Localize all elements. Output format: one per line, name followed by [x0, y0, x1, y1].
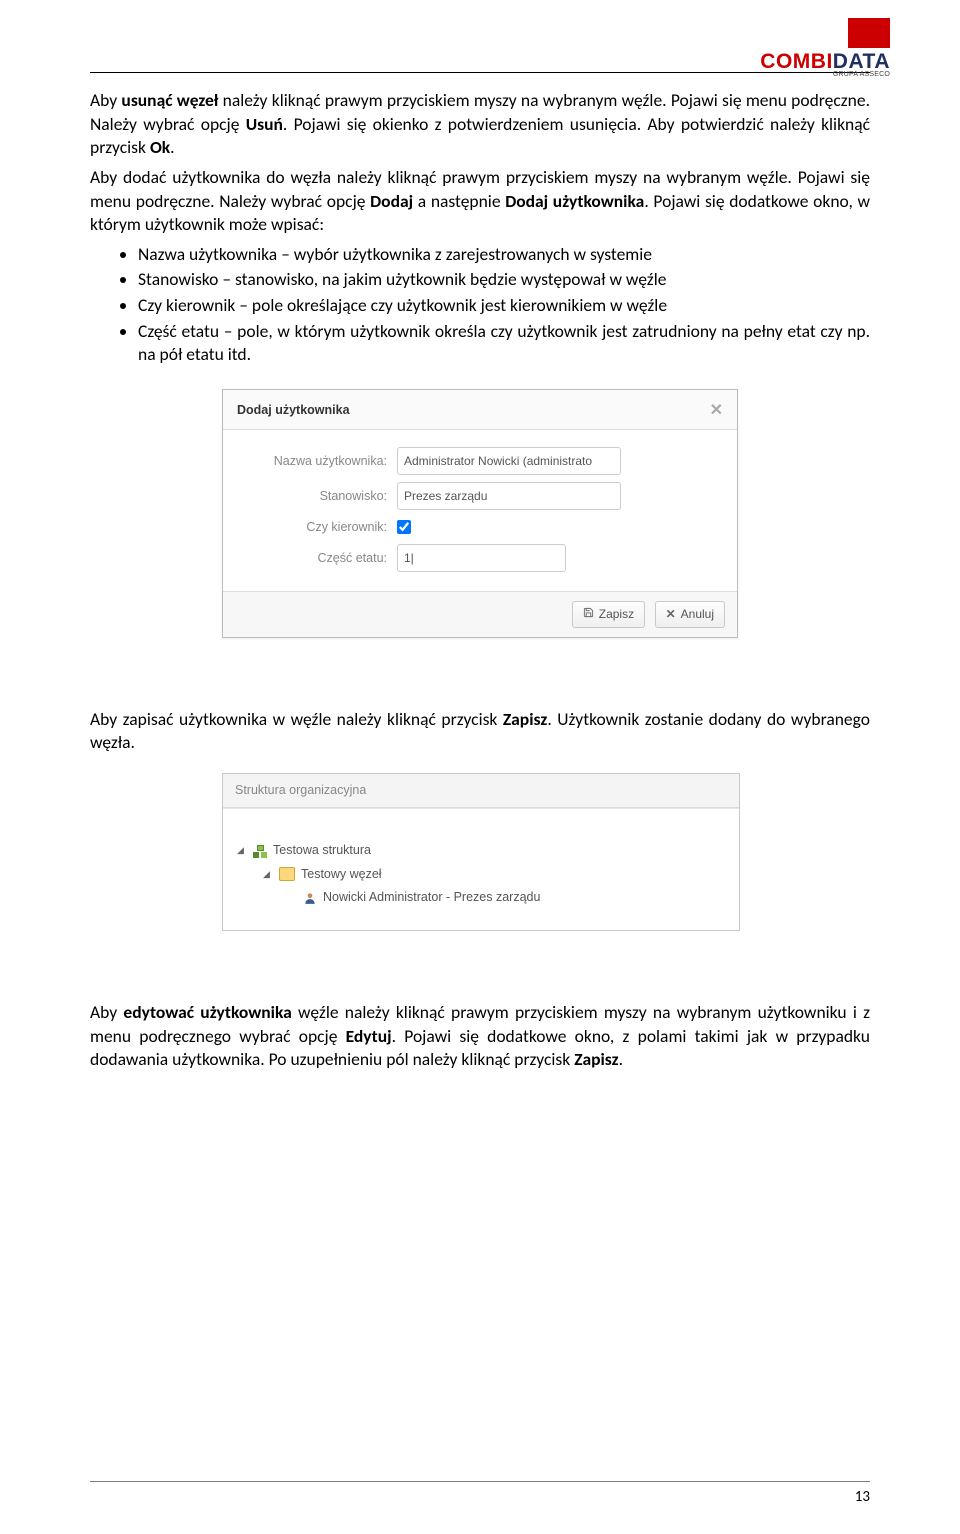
- logo-text-part2: DATA: [833, 50, 890, 73]
- tree-screenshot: Struktura organizacyjna ◢ Testowa strukt…: [222, 773, 738, 931]
- username-input[interactable]: [397, 447, 621, 475]
- bullet-item: Nazwa użytkownika – wybór użytkownika z …: [138, 243, 870, 267]
- cancel-button[interactable]: ✕ Anuluj: [655, 601, 725, 627]
- modal-body: Nazwa użytkownika: Stanowisko: Czy kiero…: [223, 430, 737, 591]
- tree-body: ◢ Testowa struktura ◢ Testowy węzeł Nowi…: [223, 808, 739, 930]
- modal-header: Dodaj użytkownika ✕: [223, 390, 737, 431]
- modal-screenshot: Dodaj użytkownika ✕ Nazwa użytkownika: S…: [222, 389, 738, 638]
- save-icon: [583, 606, 594, 622]
- close-icon[interactable]: ✕: [710, 400, 723, 422]
- form-row-position: Stanowisko:: [237, 482, 723, 510]
- para-2: Aby dodać użytkownika do węzła należy kl…: [90, 166, 870, 237]
- para-4: Aby edytować użytkownika węźle należy kl…: [90, 1001, 870, 1072]
- tree-label: Testowy węzeł: [301, 863, 382, 887]
- label-position: Stanowisko:: [237, 488, 397, 505]
- user-icon: [303, 891, 317, 905]
- bullet-list: Nazwa użytkownika – wybór użytkownika z …: [90, 243, 870, 367]
- tree-panel-title: Struktura organizacyjna: [223, 774, 739, 808]
- document-body: Aby usunąć węzeł należy kliknąć prawym p…: [90, 89, 870, 1072]
- form-row-fte: Część etatu:: [237, 544, 723, 572]
- cancel-icon: ✕: [666, 606, 676, 622]
- tree-node-root[interactable]: ◢ Testowa struktura: [231, 839, 731, 863]
- manager-checkbox[interactable]: [397, 520, 411, 534]
- tree-node-user[interactable]: Nowicki Administrator - Prezes zarządu: [231, 886, 731, 910]
- logo-square-icon: [848, 18, 890, 48]
- modal-footer: Zapisz ✕ Anuluj: [223, 591, 737, 636]
- modal-title-text: Dodaj użytkownika: [237, 402, 350, 419]
- para-3: Aby zapisać użytkownika w węźle należy k…: [90, 708, 870, 755]
- header-rule: [90, 72, 870, 73]
- expand-icon[interactable]: ◢: [237, 842, 247, 859]
- form-row-manager: Czy kierownik:: [237, 517, 723, 537]
- para-1: Aby usunąć węzeł należy kliknąć prawym p…: [90, 89, 870, 160]
- bullet-item: Część etatu – pole, w którym użytkownik …: [138, 320, 870, 367]
- add-user-modal: Dodaj użytkownika ✕ Nazwa użytkownika: S…: [222, 389, 738, 638]
- org-icon: [253, 845, 267, 857]
- tree-label: Nowicki Administrator - Prezes zarządu: [323, 886, 540, 910]
- fte-input[interactable]: [397, 544, 566, 572]
- bullet-item: Czy kierownik – pole określające czy uży…: [138, 294, 870, 318]
- form-row-username: Nazwa użytkownika:: [237, 447, 723, 475]
- folder-icon: [279, 867, 295, 881]
- footer-rule: [90, 1481, 870, 1482]
- tree-node-child[interactable]: ◢ Testowy węzeł: [231, 863, 731, 887]
- label-fte: Część etatu:: [237, 550, 397, 567]
- bullet-item: Stanowisko – stanowisko, na jakim użytko…: [138, 268, 870, 292]
- expand-icon[interactable]: ◢: [263, 866, 273, 883]
- brand-logo: COMBIDATA GRUPA ASSECO: [760, 18, 890, 78]
- org-structure-panel: Struktura organizacyjna ◢ Testowa strukt…: [222, 773, 740, 931]
- save-button[interactable]: Zapisz: [572, 601, 645, 627]
- logo-text-part1: COMBI: [760, 50, 833, 73]
- label-manager: Czy kierownik:: [237, 519, 397, 536]
- position-input[interactable]: [397, 482, 621, 510]
- label-username: Nazwa użytkownika:: [237, 453, 397, 470]
- tree-label: Testowa struktura: [273, 839, 371, 863]
- page-number: 13: [855, 1488, 870, 1506]
